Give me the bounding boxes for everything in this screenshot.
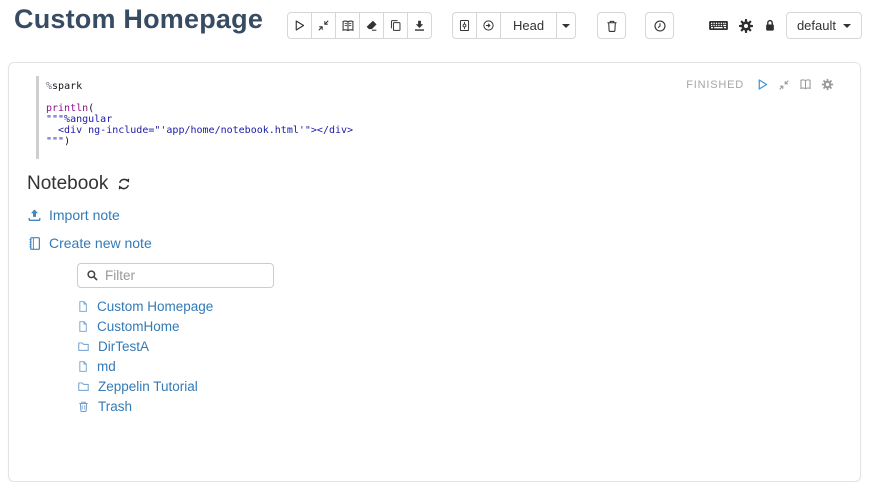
revision-circle-arrow-icon — [482, 19, 495, 32]
eraser-icon — [365, 19, 378, 32]
note-list-item[interactable]: md — [77, 356, 116, 376]
paragraph-controls: FINISHED — [686, 78, 834, 91]
note-list-item-label: DirTestA — [98, 339, 149, 354]
note-filter-box — [77, 263, 274, 288]
note-body: FINISHED %spark println( """%angular — [8, 62, 861, 482]
set-revision-button[interactable] — [476, 12, 501, 39]
note-list-item[interactable]: Custom Homepage — [77, 296, 213, 316]
notebook-heading: Notebook — [27, 173, 860, 195]
remove-note-button[interactable] — [597, 12, 626, 39]
commit-button[interactable] — [452, 12, 477, 39]
code-line: """) — [46, 136, 860, 147]
note-list-folder[interactable]: DirTestA — [77, 336, 149, 356]
download-icon — [413, 19, 426, 32]
interpreter-settings-dropdown[interactable]: default — [786, 12, 862, 39]
upload-icon — [27, 208, 42, 223]
note-list-item-label: Zeppelin Tutorial — [98, 379, 198, 394]
toggle-output-button[interactable] — [799, 78, 812, 91]
book-icon — [341, 19, 355, 33]
reload-notes-button[interactable] — [117, 177, 131, 191]
note-list-item-label: Trash — [98, 399, 132, 414]
run-scheduler-button[interactable] — [645, 12, 674, 39]
notebook-icon — [27, 236, 42, 251]
note-list-folder[interactable]: Zeppelin Tutorial — [77, 376, 198, 396]
caret-down-icon — [843, 24, 851, 28]
refresh-icon — [117, 177, 131, 191]
folder-icon — [77, 380, 90, 393]
search-icon — [86, 269, 99, 282]
revision-dropdown-toggle[interactable] — [556, 12, 576, 39]
paragraph-status: FINISHED — [686, 79, 744, 91]
interpreter-binding-button[interactable] — [738, 18, 754, 34]
commit-file-icon — [458, 19, 471, 32]
show-hide-output-button[interactable] — [335, 12, 360, 39]
note-list-item-label: Custom Homepage — [97, 299, 213, 314]
compress-icon — [778, 79, 790, 91]
gear-icon — [738, 18, 754, 34]
code-line: <div ng-include="'app/home/notebook.html… — [46, 125, 860, 136]
header-right-cluster: default — [708, 12, 862, 39]
import-note-label: Import note — [49, 207, 120, 223]
code-line: """%angular — [46, 114, 860, 125]
version-control-toolbar: Head — [452, 12, 576, 39]
note-list-item[interactable]: CustomHome — [77, 316, 180, 336]
code-line — [46, 92, 860, 103]
revision-label: Head — [513, 18, 544, 33]
folder-icon — [77, 340, 90, 353]
run-all-paragraphs-button[interactable] — [287, 12, 312, 39]
note-list: Custom Homepage CustomHome DirTestA md — [77, 296, 860, 416]
paragraph-settings-button[interactable] — [821, 78, 834, 91]
lock-icon — [763, 18, 777, 33]
run-paragraph-button[interactable] — [756, 78, 769, 91]
file-icon — [77, 320, 89, 333]
revision-dropdown[interactable]: Head — [500, 12, 557, 39]
note-list-item-label: md — [97, 359, 116, 374]
show-hide-code-button[interactable] — [311, 12, 336, 39]
note-action-toolbar — [287, 12, 432, 39]
import-note-link[interactable]: Import note — [27, 207, 120, 223]
note-list-item-label: CustomHome — [97, 319, 180, 334]
file-icon — [77, 300, 89, 313]
gear-icon — [821, 78, 834, 91]
code-line: println( — [46, 103, 860, 114]
note-permissions-button[interactable] — [763, 18, 777, 33]
play-icon — [756, 78, 769, 91]
file-icon — [77, 360, 89, 373]
clone-note-button[interactable] — [383, 12, 408, 39]
note-title[interactable]: Custom Homepage — [14, 4, 263, 35]
trash-icon — [605, 19, 619, 33]
keyboard-icon — [708, 18, 729, 33]
note-list-trash[interactable]: Trash — [77, 396, 132, 416]
create-new-note-link[interactable]: Create new note — [27, 235, 152, 251]
clear-output-button[interactable] — [359, 12, 384, 39]
trash-icon — [77, 400, 90, 413]
clock-icon — [653, 19, 667, 33]
create-new-note-label: Create new note — [49, 235, 152, 251]
caret-down-icon — [562, 24, 570, 28]
keyboard-shortcuts-button[interactable] — [708, 18, 729, 33]
toggle-editor-button[interactable] — [778, 79, 790, 91]
interpreter-settings-label: default — [797, 18, 836, 33]
compress-icon — [317, 19, 330, 32]
clone-icon — [389, 19, 402, 32]
export-note-button[interactable] — [407, 12, 432, 39]
play-icon — [293, 19, 306, 32]
note-header: Custom Homepage — [0, 0, 869, 58]
book-icon — [799, 78, 812, 91]
notebook-heading-label: Notebook — [27, 173, 108, 195]
notebook-home-output: Notebook Import note Create new note — [27, 173, 860, 416]
note-filter-input[interactable] — [105, 268, 265, 283]
